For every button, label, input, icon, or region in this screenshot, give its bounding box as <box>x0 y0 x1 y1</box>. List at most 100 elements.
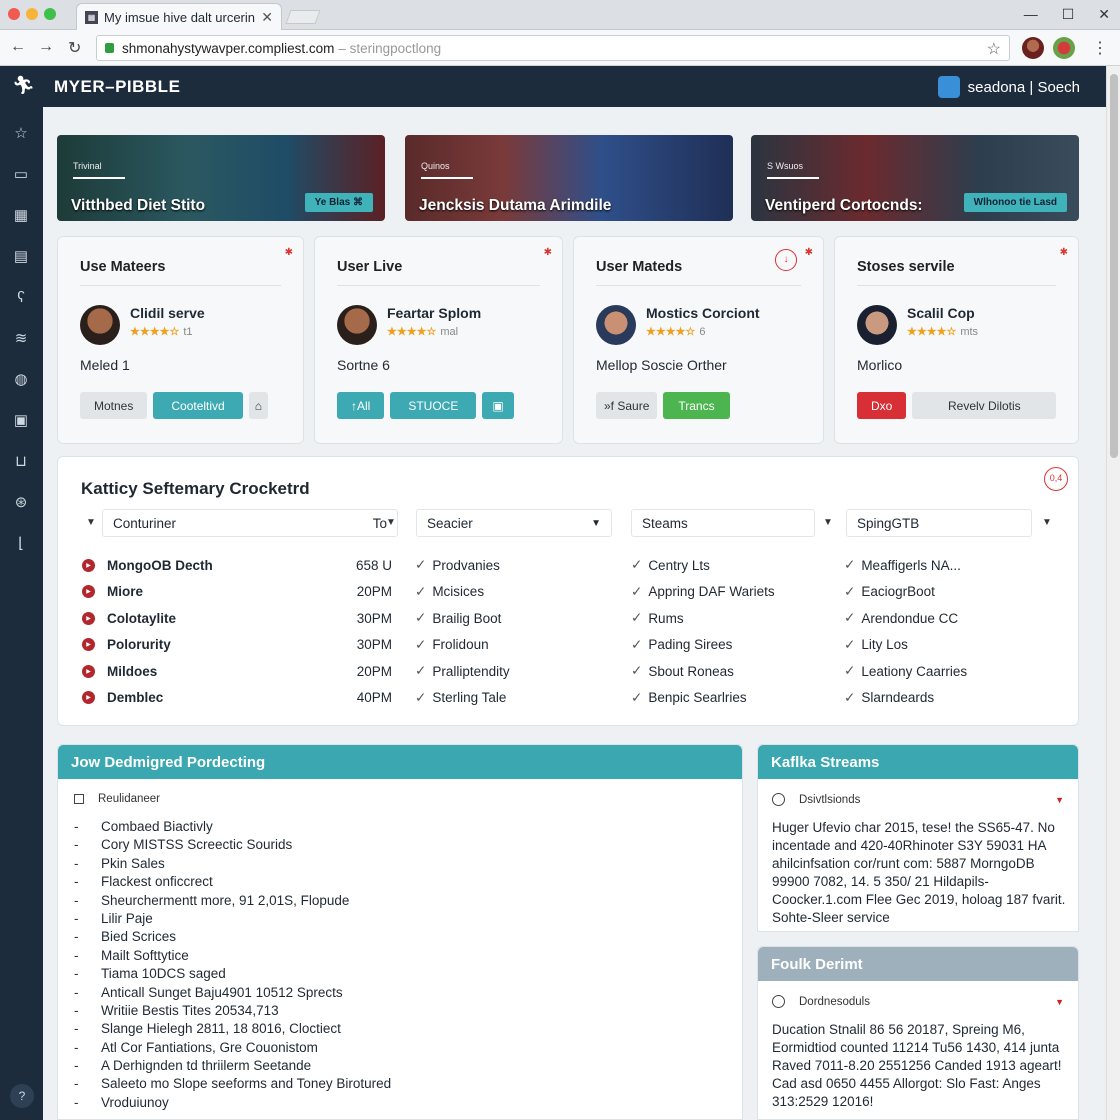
list-item[interactable]: ✓ EaciogrBoot <box>844 579 967 606</box>
star-icon[interactable]: ☆ <box>10 123 32 145</box>
hero-button[interactable]: Ye Blas ⌘ <box>304 193 373 212</box>
list-item[interactable]: ✓ Leationy Caarries <box>844 658 967 685</box>
list-item[interactable]: ✓ Mcisices <box>415 579 510 606</box>
list-item[interactable]: - Sheurchermentt more, 91 2,01S, Flopude <box>74 893 391 911</box>
globe-icon[interactable]: ◍ <box>10 369 32 391</box>
list-item[interactable]: ✓ Meaffigerls NA... <box>844 552 967 579</box>
reload-icon[interactable]: ↻ <box>68 38 81 58</box>
filter-select[interactable]: Seacier ▼ <box>416 509 612 537</box>
basket-icon[interactable]: ⊔ <box>10 451 32 473</box>
list-item[interactable]: - Tiama 10DCS saged <box>74 966 391 984</box>
list-item[interactable]: ✓ Sbout Roneas <box>631 658 775 685</box>
list-item[interactable]: - Saleeto mo Slope seeforms and Toney Bir… <box>74 1076 391 1094</box>
list-item[interactable]: - Mailt Softtytice <box>74 948 391 966</box>
list-item[interactable]: ✓ Rums <box>631 605 775 632</box>
checkbox-icon[interactable] <box>74 794 84 804</box>
extension-icon[interactable] <box>1053 37 1075 59</box>
list-item[interactable]: ✓ Centry Lts <box>631 552 775 579</box>
chevron-down-icon[interactable]: ▼ <box>823 517 833 528</box>
shop-icon[interactable]: ⌂ <box>248 392 268 419</box>
record-icon[interactable]: 0,4 <box>1044 467 1068 491</box>
card-button[interactable]: Revelv Dilotis <box>912 392 1057 419</box>
card-button[interactable]: »f Saure <box>596 392 658 419</box>
list-item[interactable]: ▶ Polorurity 30PM <box>82 632 392 659</box>
chart-icon[interactable]: ⌊ <box>10 533 32 555</box>
list-item[interactable]: ✓ Pading Sirees <box>631 632 775 659</box>
camera-icon[interactable]: ▣ <box>482 392 514 419</box>
close-icon[interactable]: ✕ <box>1098 6 1110 23</box>
card-button[interactable]: ↑All <box>337 392 385 419</box>
new-tab-button[interactable] <box>285 10 321 24</box>
list-item[interactable]: - Lilir Paje <box>74 911 391 929</box>
scrollbar-thumb[interactable] <box>1110 74 1118 458</box>
card-button[interactable]: Trancs <box>663 392 730 419</box>
list-item[interactable]: ✓ Pralliptendity <box>415 658 510 685</box>
card-button[interactable]: Dxo <box>857 392 907 419</box>
list-item[interactable]: - Cory MISTSS Screectic Sourids <box>74 837 391 855</box>
list-item[interactable]: ✓ Frolidoun <box>415 632 510 659</box>
list-item[interactable]: - Bied Scrices <box>74 929 391 947</box>
list-item[interactable]: ✓ Arendondue CC <box>844 605 967 632</box>
list-item[interactable]: ✓ Lity Los <box>844 632 967 659</box>
chevron-down-icon[interactable]: ▼ <box>1055 997 1064 1007</box>
list-item[interactable]: - Pkin Sales <box>74 856 391 874</box>
browser-tab[interactable]: ▦ My imsue hive dalt urcerins ✕ <box>76 3 282 30</box>
hero-button[interactable]: Wlhonoo tie Lasd <box>963 193 1067 212</box>
list-item[interactable]: ✓ Prodvanies <box>415 552 510 579</box>
profile-avatar-icon[interactable] <box>1022 37 1044 59</box>
hero-banner[interactable]: Quinos Jencksis Dutama Arimdile <box>405 135 733 221</box>
user-menu[interactable]: seadona | Soech <box>937 76 1080 98</box>
card-button[interactable]: Motnes <box>80 392 148 419</box>
chevron-down-icon[interactable]: ▼ <box>1055 795 1064 805</box>
list-item[interactable]: -A Derhignden td thriilerm Seetande <box>74 1058 391 1076</box>
forward-arrow-icon[interactable]: → <box>38 38 54 56</box>
list-item[interactable]: ▶ Miore 20PM <box>82 579 392 606</box>
minimize-icon[interactable]: — <box>1024 6 1038 23</box>
help-icon[interactable]: ? <box>10 1084 34 1108</box>
chevron-down-icon[interactable]: ▼ <box>86 517 96 528</box>
list-item[interactable]: ✓ Brailig Boot <box>415 605 510 632</box>
list-item[interactable]: ▶ MongoOB Decth 658 U <box>82 552 392 579</box>
chevron-down-icon[interactable]: ▼ <box>1042 517 1052 528</box>
card-icon[interactable]: ▭ <box>10 164 32 186</box>
filter-select[interactable]: Steams <box>631 509 815 537</box>
list-item[interactable]: - Combaed Biactivly <box>74 819 391 837</box>
card-button[interactable]: STUOCE <box>390 392 477 419</box>
media-icon[interactable]: ▣ <box>10 410 32 432</box>
tab-close-icon[interactable]: ✕ <box>261 9 273 26</box>
hero-banner[interactable]: S Wsuos Ventiperd Cortocnds: Wlhonoo tie… <box>751 135 1079 221</box>
hook-icon[interactable]: ʕ <box>10 287 32 309</box>
list-item[interactable]: - Slange Hielegh 2811, 18 8016, Cloctiect <box>74 1021 391 1039</box>
address-bar[interactable]: shmonahystywavper.compliest.com – sterin… <box>96 35 1010 61</box>
download-icon[interactable]: ↓ <box>775 249 797 271</box>
list-item[interactable]: - Writiie Bestis Tites 20534,713 <box>74 1003 391 1021</box>
filter-select[interactable]: Conturiner To <box>102 509 398 537</box>
bookmark-star-icon[interactable]: ☆ <box>987 39 1001 59</box>
list-item[interactable]: ▶ Colotaylite 30PM <box>82 605 392 632</box>
page-scrollbar[interactable] <box>1106 66 1120 1120</box>
list-item[interactable]: ✓ Slarndeards <box>844 685 967 712</box>
list-item[interactable]: - Atl Cor Fantiations, Gre Couonistom <box>74 1040 391 1058</box>
filter-select[interactable]: SpingGTB <box>846 509 1032 537</box>
back-arrow-icon[interactable]: ← <box>10 38 26 56</box>
maximize-window-button[interactable] <box>44 8 56 20</box>
browser-menu-icon[interactable]: ⋮ <box>1092 38 1108 58</box>
grid-icon[interactable]: ▦ <box>10 205 32 227</box>
list-item[interactable]: ✓ Appring DAF Wariets <box>631 579 775 606</box>
list-item[interactable]: - Vroduiunoy <box>74 1095 391 1113</box>
hero-banner[interactable]: Trivinal Vitthbed Diet Stito Ye Blas ⌘ <box>57 135 385 221</box>
list-item[interactable]: ▶ Mildoes 20PM <box>82 658 392 685</box>
restore-icon[interactable]: ☐ <box>1062 6 1075 23</box>
chevron-down-icon[interactable]: ▼ <box>386 517 396 528</box>
list-item[interactable]: - Anticall Sunget Baju4901 10512 Sprects <box>74 985 391 1003</box>
network-icon[interactable]: ⊛ <box>10 492 32 514</box>
minimize-window-button[interactable] <box>26 8 38 20</box>
card-button[interactable]: Cooteltivd <box>153 392 243 419</box>
list-item[interactable]: ✓ Benpic Searlries <box>631 685 775 712</box>
close-window-button[interactable] <box>8 8 20 20</box>
document-icon[interactable]: ▤ <box>10 246 32 268</box>
list-item[interactable]: ✓ Sterling Tale <box>415 685 510 712</box>
signal-icon[interactable]: ≋ <box>10 328 32 350</box>
list-item[interactable]: ▶ Demblec 40PM <box>82 685 392 712</box>
list-item[interactable]: - Flackest onficcrect <box>74 874 391 892</box>
